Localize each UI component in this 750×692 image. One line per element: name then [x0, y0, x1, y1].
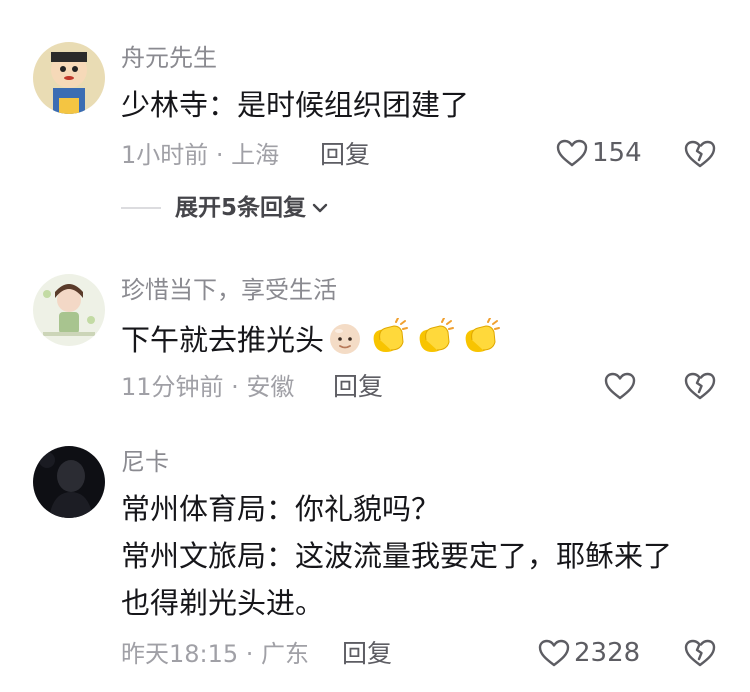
clapping-hands-emoji — [458, 317, 501, 365]
time-location: 1小时前 · 上海 — [121, 141, 280, 169]
dislike-button[interactable] — [683, 138, 717, 174]
clapping-hands-emoji — [366, 317, 409, 365]
comment-text-line: 常州体育局：你礼貌吗？ — [121, 492, 441, 526]
like-button[interactable]: 154 — [556, 138, 642, 168]
clapping-hands-emoji — [412, 317, 455, 365]
reply-button[interactable]: 回复 — [342, 639, 392, 669]
avatar[interactable] — [33, 274, 105, 346]
comment-text-line: 常州文旅局：这波流量我要定了，耶稣来了 — [121, 539, 673, 573]
reply-button[interactable]: 回复 — [333, 372, 383, 402]
dislike-button[interactable] — [683, 637, 717, 673]
username[interactable]: 舟元先生 — [121, 43, 217, 73]
reply-button[interactable]: 回复 — [320, 140, 370, 170]
dislike-button[interactable] — [683, 370, 717, 406]
expand-replies[interactable]: 展开5条回复 — [121, 193, 330, 223]
broken-heart-icon — [684, 372, 716, 400]
time-location: 昨天18:15 · 广东 — [121, 640, 310, 668]
avatar[interactable] — [33, 446, 105, 518]
like-count: 2328 — [574, 638, 641, 668]
chevron-down-icon — [312, 203, 328, 213]
bald-face-emoji — [328, 322, 362, 365]
divider — [121, 207, 161, 209]
username[interactable]: 珍惜当下，享受生活 — [121, 275, 337, 305]
heart-icon — [538, 639, 570, 667]
heart-icon — [604, 372, 636, 400]
heart-icon — [556, 139, 588, 167]
comment-text: 下午就去推光头 — [121, 317, 501, 365]
broken-heart-icon — [684, 140, 716, 168]
username[interactable]: 尼卡 — [121, 447, 169, 477]
like-button[interactable]: 2328 — [538, 638, 640, 668]
like-button[interactable] — [604, 371, 636, 401]
time-location: 11分钟前 · 安徽 — [121, 373, 295, 401]
expand-replies-label: 展开5条回复 — [175, 195, 307, 221]
comment-text-line: 也得剃光头进。 — [121, 586, 325, 620]
like-count: 154 — [592, 138, 642, 168]
avatar[interactable] — [33, 42, 105, 114]
broken-heart-icon — [684, 639, 716, 667]
comment-text: 少林寺：是时候组织团建了 — [121, 88, 470, 122]
comment-text-content: 下午就去推光头 — [121, 323, 325, 357]
